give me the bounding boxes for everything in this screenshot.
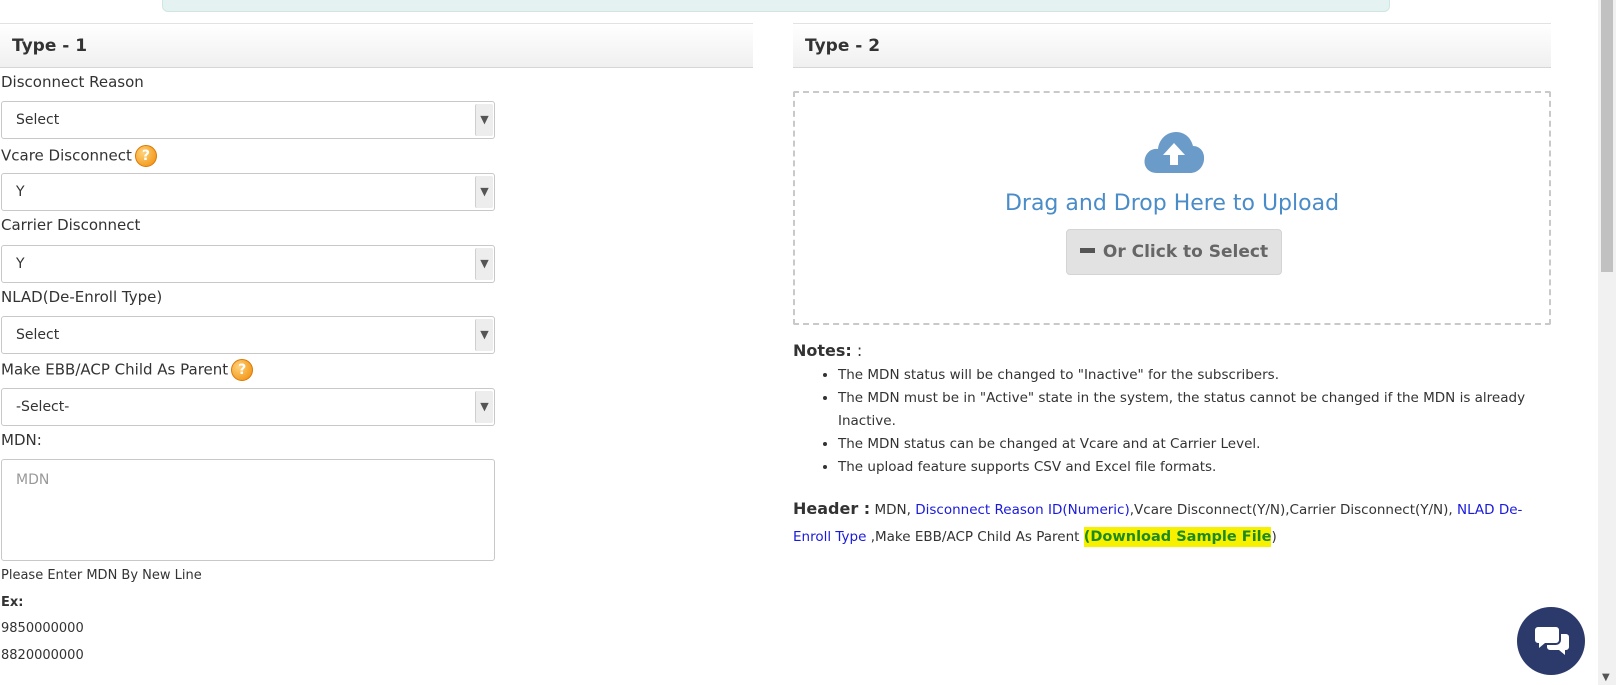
vcare-disconnect-select[interactable]: Y ▼ — [1, 173, 495, 211]
chevron-down-icon: ▼ — [475, 248, 493, 280]
header-part1: MDN, — [870, 502, 916, 518]
list-item: The MDN status will be changed to "Inact… — [838, 364, 1553, 387]
chevron-down-icon: ▼ — [475, 176, 493, 208]
list-item: The MDN status can be changed at Vcare a… — [838, 433, 1553, 456]
help-icon[interactable]: ? — [134, 145, 157, 167]
chevron-down-icon: ▼ — [475, 104, 493, 136]
type2-panel-header: Type - 2 — [793, 23, 1551, 68]
carrier-disconnect-label: Carrier Disconnect — [1, 216, 141, 234]
carrier-disconnect-select[interactable]: Y ▼ — [1, 245, 495, 283]
notes-title: Notes: : — [793, 341, 862, 360]
header-info: Header : MDN, Disconnect Reason ID(Numer… — [793, 495, 1553, 551]
download-sample-file-link[interactable]: Download Sample File — [1090, 527, 1272, 547]
scrollbar-thumb[interactable] — [1601, 0, 1613, 272]
carrier-disconnect-value: Y — [16, 256, 25, 272]
example-label: Ex: — [1, 595, 24, 610]
notes-title-suffix: : — [851, 341, 863, 360]
nlad-select[interactable]: Select ▼ — [1, 316, 495, 354]
page-scrollbar[interactable]: ▼ — [1598, 0, 1616, 685]
upload-dropzone[interactable]: Drag and Drop Here to Upload Or Click to… — [793, 91, 1551, 325]
mdn-hint: Please Enter MDN By New Line — [1, 568, 202, 583]
nlad-value: Select — [16, 327, 60, 343]
make-ebb-value: -Select- — [16, 399, 70, 415]
example-mdn-1: 9850000000 — [1, 621, 84, 636]
notes-title-text: Notes: — [793, 341, 852, 360]
type2-title: Type - 2 — [805, 36, 881, 56]
chevron-down-icon: ▼ — [475, 391, 493, 423]
chat-button[interactable] — [1517, 607, 1585, 675]
vcare-disconnect-value: Y — [16, 184, 25, 200]
top-banner — [162, 0, 1390, 12]
download-close-paren: ) — [1271, 529, 1277, 545]
disconnect-reason-value: Select — [16, 112, 60, 128]
header-key: Header : — [793, 499, 871, 518]
minus-icon — [1079, 247, 1095, 253]
mdn-label: MDN: — [1, 431, 42, 449]
cloud-upload-icon — [1144, 132, 1205, 173]
example-mdn-2: 8820000000 — [1, 648, 84, 663]
make-ebb-label: Make EBB/ACP Child As Parent — [1, 360, 229, 379]
vcare-disconnect-label: Vcare Disconnect — [1, 146, 132, 165]
header-part3: ,Make EBB/ACP Child As Parent — [866, 529, 1084, 545]
drag-drop-text: Drag and Drop Here to Upload — [1004, 191, 1340, 216]
vcare-disconnect-label-row: Vcare Disconnect? — [1, 145, 157, 167]
notes-list: The MDN status will be changed to "Inact… — [793, 364, 1553, 479]
mdn-textarea[interactable]: MDN — [1, 459, 495, 561]
mdn-placeholder: MDN — [16, 472, 50, 488]
click-to-select-button[interactable]: Or Click to Select — [1066, 229, 1282, 275]
disconnect-reason-label: Disconnect Reason — [1, 73, 144, 91]
make-ebb-label-row: Make EBB/ACP Child As Parent? — [1, 359, 254, 381]
chevron-down-icon: ▼ — [475, 319, 493, 351]
nlad-label: NLAD(De-Enroll Type) — [1, 288, 163, 306]
header-part2: ,Vcare Disconnect(Y/N),Carrier Disconnec… — [1129, 502, 1457, 518]
chat-icon — [1535, 627, 1569, 655]
help-icon[interactable]: ? — [231, 359, 254, 381]
disconnect-reason-select[interactable]: Select ▼ — [1, 101, 495, 139]
type1-title: Type - 1 — [12, 36, 88, 56]
disconnect-reason-id-link[interactable]: Disconnect Reason ID(Numeric) — [915, 502, 1130, 518]
click-to-select-label: Or Click to Select — [1102, 242, 1269, 262]
scroll-down-icon[interactable]: ▼ — [1602, 672, 1610, 683]
list-item: The MDN must be in "Active" state in the… — [838, 387, 1553, 433]
list-item: The upload feature supports CSV and Exce… — [838, 456, 1553, 479]
type1-panel-header: Type - 1 — [0, 23, 753, 68]
make-ebb-select[interactable]: -Select- ▼ — [1, 388, 495, 426]
